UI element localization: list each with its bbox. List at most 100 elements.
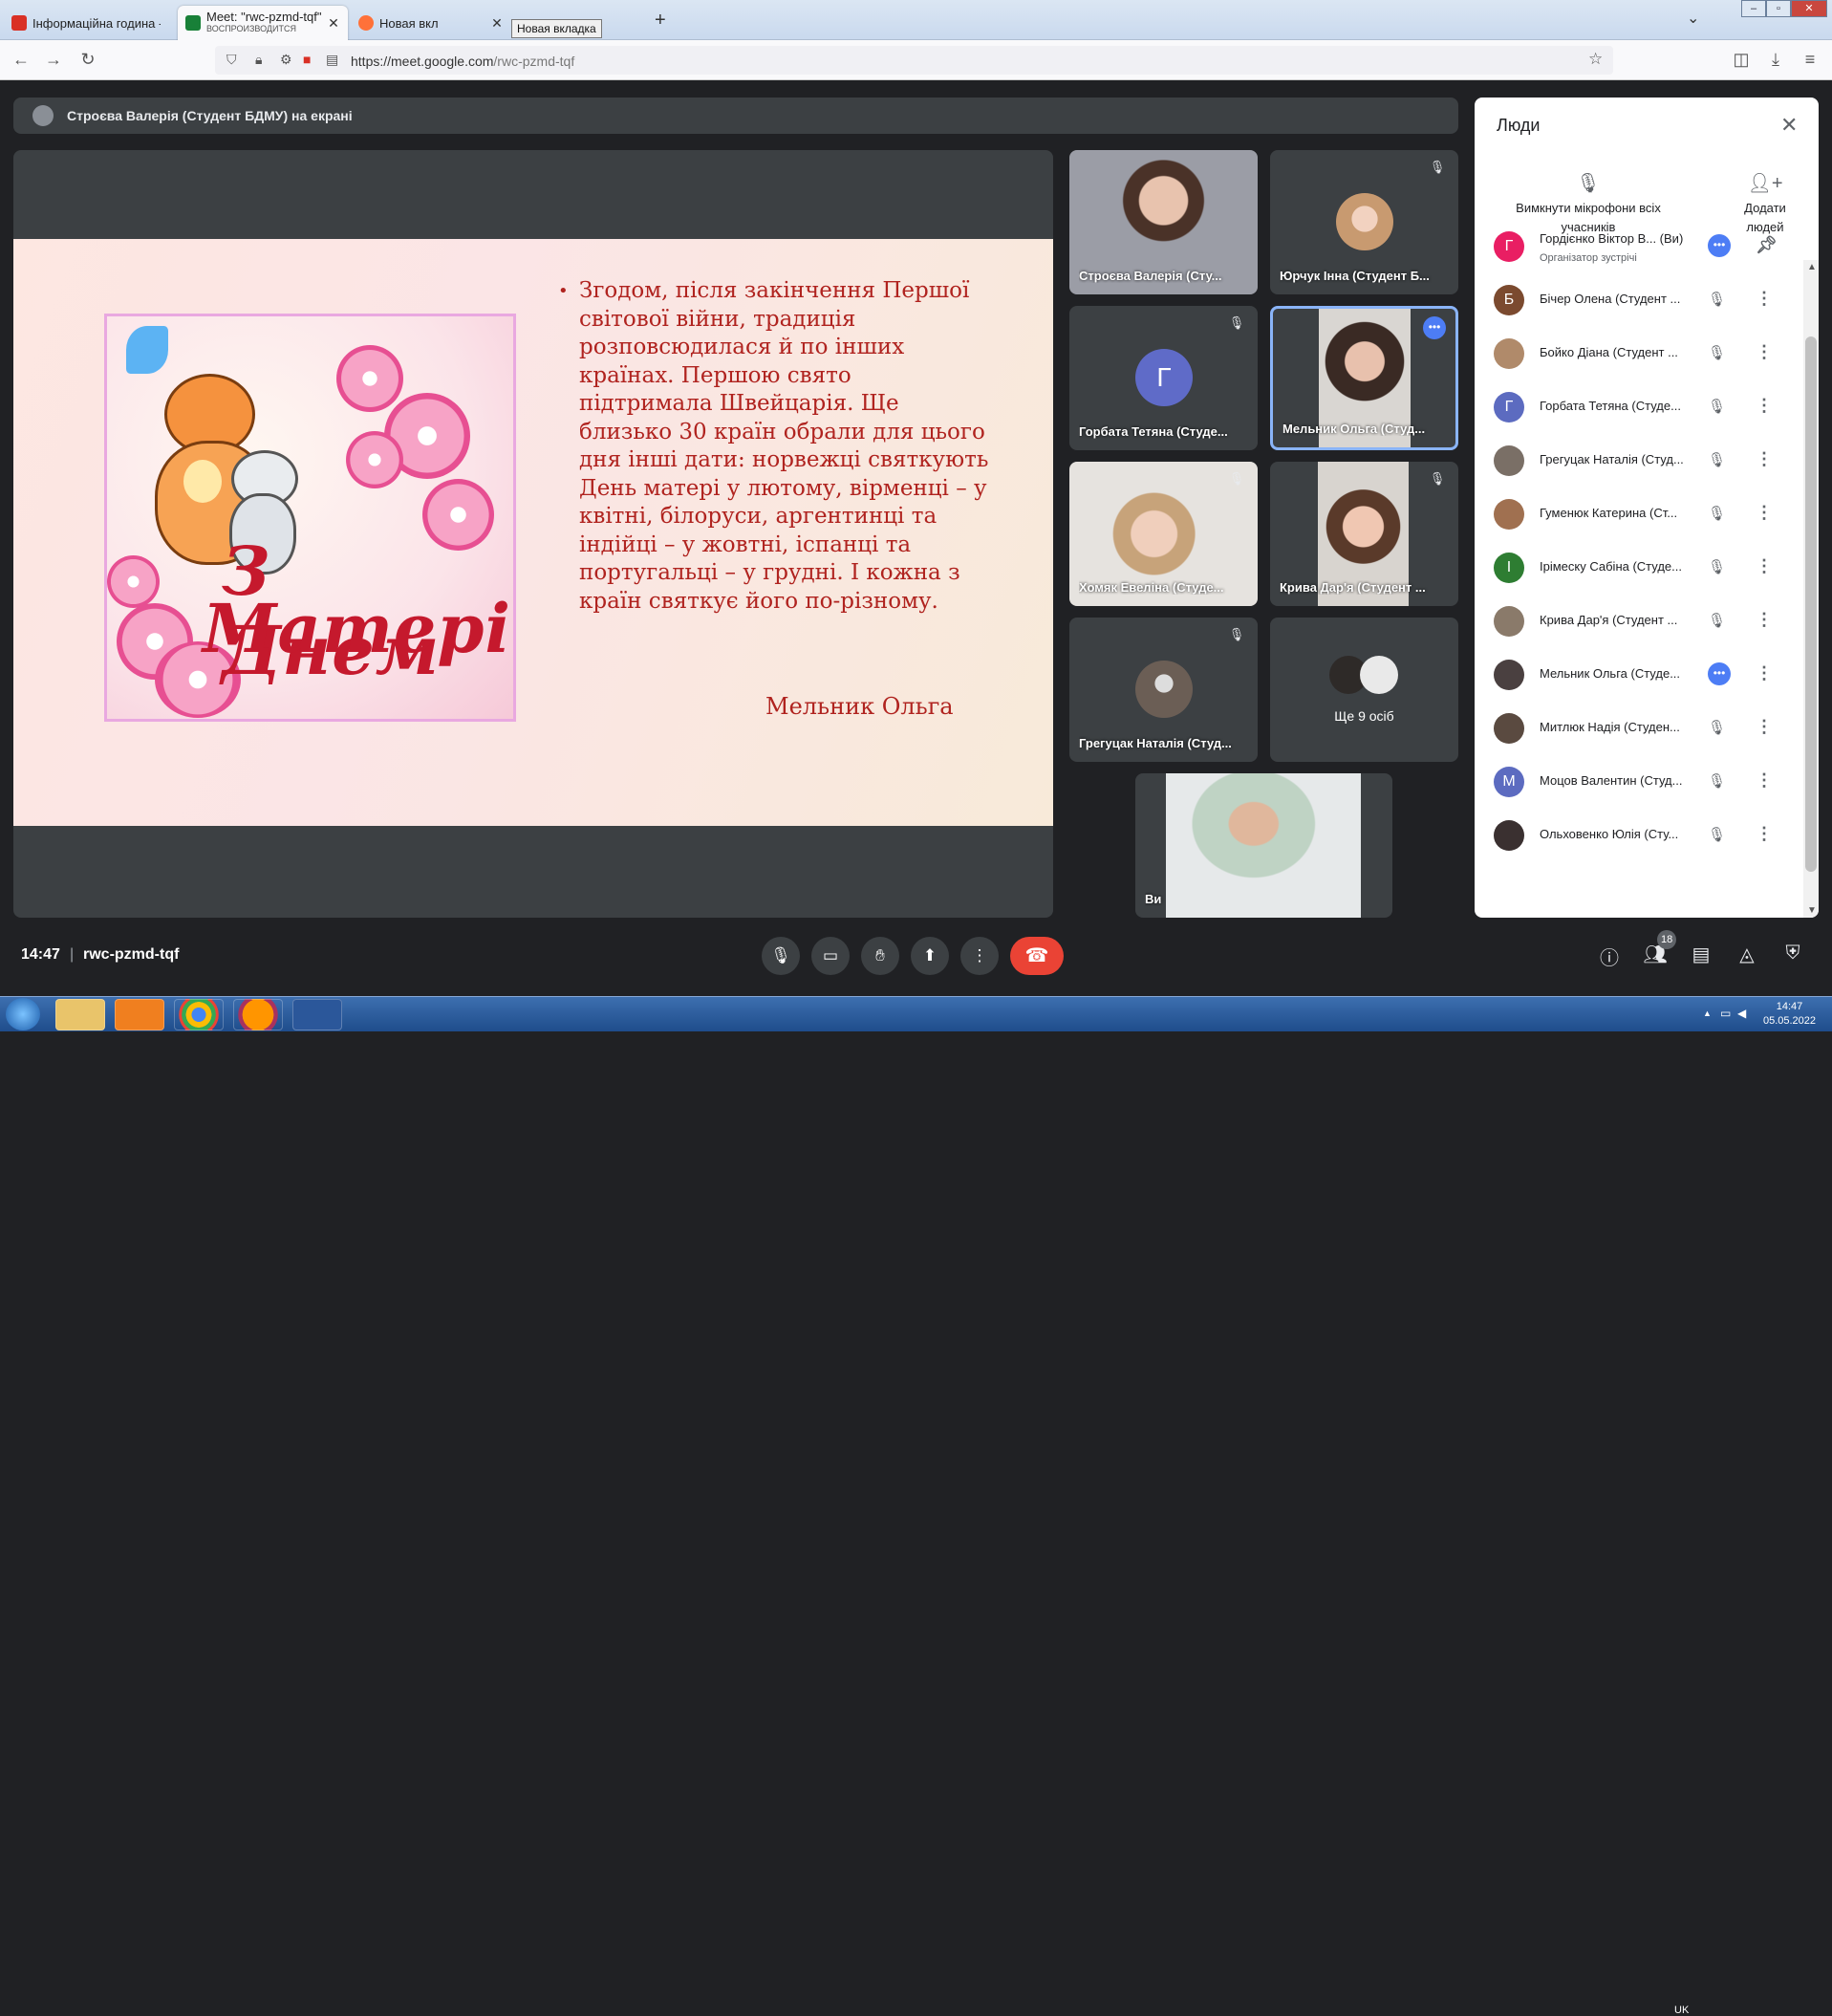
participant-list-item[interactable]: І Ірімеску Сабіна (Студе... 🎙︎ ⋮ xyxy=(1475,541,1800,595)
close-window-button[interactable]: ✕ xyxy=(1791,0,1827,17)
mic-off-icon[interactable]: 🎙︎ xyxy=(1708,719,1726,736)
participant-avatar: Г xyxy=(1494,392,1524,423)
slide-signature: Мельник Ольга xyxy=(765,693,954,720)
participant-list-item[interactable]: Г Горбата Тетяна (Студе... 🎙︎ ⋮ xyxy=(1475,380,1800,434)
scrollbar-thumb[interactable] xyxy=(1805,336,1817,872)
participant-list-item[interactable]: Крива Дар'я (Студент ... 🎙︎ ⋮ xyxy=(1475,595,1800,648)
more-participants-tile[interactable]: Ще 9 осіб xyxy=(1270,618,1458,762)
system-clock[interactable]: 14:47 05.05.2022 xyxy=(1754,1000,1825,1029)
scrollbar[interactable]: ▲ ▼ xyxy=(1803,260,1819,918)
close-icon[interactable]: ✕ xyxy=(1780,113,1798,138)
host-controls-icon[interactable]: ⛨ xyxy=(1779,943,1806,965)
chat-icon[interactable]: ▤ xyxy=(1688,943,1714,966)
more-vert-icon[interactable]: ⋮ xyxy=(1756,289,1773,309)
mic-off-icon[interactable]: 🎙︎ xyxy=(1708,612,1726,629)
mic-off-icon[interactable]: 🎙︎ xyxy=(1708,451,1726,468)
self-tile[interactable]: Ви xyxy=(1135,773,1392,918)
tab-meet[interactable]: Meet: "rwc-pzmd-tqf" ВОСПРОИЗВОДИТСЯ ✕ xyxy=(178,6,348,40)
more-vert-icon[interactable]: ⋮ xyxy=(1756,449,1773,469)
participant-list-item[interactable]: Гуменюк Катерина (Ст... 🎙︎ ⋮ xyxy=(1475,488,1800,541)
participant-avatar xyxy=(1494,338,1524,369)
mic-off-icon[interactable]: 🎙︎ xyxy=(1708,344,1726,361)
tab-new[interactable]: Новая вкл ✕ xyxy=(351,6,511,40)
pin-icon[interactable]: 📌︎ xyxy=(1756,235,1778,255)
bookmark-star-icon[interactable]: ☆ xyxy=(1588,50,1603,69)
start-button[interactable] xyxy=(6,998,40,1030)
participant-list-item[interactable]: М Моцов Валентин (Студ... 🎙︎ ⋮ xyxy=(1475,755,1800,809)
tray-expand-icon[interactable]: ▲ xyxy=(1703,1008,1712,1018)
participant-list-item[interactable]: Ольховенко Юлія (Сту... 🎙︎ ⋮ xyxy=(1475,809,1800,862)
participant-tile[interactable]: 🎙︎ Крива Дар'я (Студент ... xyxy=(1270,462,1458,606)
participant-tile[interactable]: 🎙︎ Грегуцак Наталія (Студ... xyxy=(1069,618,1258,762)
mic-off-icon[interactable]: 🎙︎ xyxy=(1708,772,1726,790)
reload-icon[interactable]: ↻ xyxy=(76,50,99,70)
mic-off-icon[interactable]: 🎙︎ xyxy=(1708,558,1726,575)
url-text[interactable]: https://meet.google.com/rwc-pzmd-tqf xyxy=(351,54,574,69)
pdf-app-icon[interactable] xyxy=(115,999,164,1030)
camera-sharing-icon[interactable]: ■ xyxy=(303,52,311,67)
more-vert-icon[interactable]: ⋮ xyxy=(1756,824,1773,844)
present-button[interactable]: ⬆ xyxy=(911,937,949,975)
more-vert-icon[interactable]: ⋮ xyxy=(1756,396,1773,416)
more-vert-icon[interactable]: ⋮ xyxy=(1756,503,1773,523)
explorer-icon[interactable] xyxy=(55,999,105,1030)
volume-icon[interactable]: ◀ xyxy=(1737,1007,1746,1020)
activities-icon[interactable]: ◬ xyxy=(1734,943,1760,966)
firefox-icon[interactable] xyxy=(233,999,283,1030)
participant-list-item[interactable]: Б Бічер Олена (Студент ... 🎙︎ ⋮ xyxy=(1475,273,1800,327)
close-tab-icon[interactable]: ✕ xyxy=(490,15,504,32)
raise-hand-button[interactable]: ✋︎ xyxy=(861,937,899,975)
back-icon[interactable]: ← xyxy=(10,50,32,70)
participant-list-item[interactable]: Бойко Діана (Студент ... 🎙︎ ⋮ xyxy=(1475,327,1800,380)
tab-list-icon[interactable]: ⌄ xyxy=(1687,9,1699,28)
more-vert-icon[interactable]: ⋮ xyxy=(1756,770,1773,791)
participant-list-item[interactable]: Мельник Ольга (Студе... ••• ⋮ xyxy=(1475,648,1800,702)
leave-call-button[interactable]: ☎︎ xyxy=(1010,937,1064,975)
close-tab-icon[interactable]: ✕ xyxy=(327,15,340,32)
network-icon[interactable]: ▭ xyxy=(1720,1007,1731,1020)
participant-tile[interactable]: 🎙︎ Хомяк Евеліна (Студе... xyxy=(1069,462,1258,606)
mic-off-icon[interactable]: 🎙︎ xyxy=(1708,505,1726,522)
chrome-icon[interactable] xyxy=(174,999,224,1030)
lock-icon[interactable]: 🔒︎ xyxy=(255,52,262,68)
participant-avatar: Б xyxy=(1494,285,1524,315)
more-vert-icon[interactable]: ⋮ xyxy=(1756,717,1773,737)
more-vert-icon[interactable]: ⋮ xyxy=(1756,342,1773,362)
camera-button[interactable]: ▭ xyxy=(811,937,850,975)
more-vert-icon[interactable]: ⋮ xyxy=(1756,556,1773,576)
word-icon[interactable] xyxy=(292,999,342,1030)
new-tab-button[interactable]: + xyxy=(655,10,666,32)
participant-list-item[interactable]: Грегуцак Наталія (Студ... 🎙︎ ⋮ xyxy=(1475,434,1800,488)
permissions-icon[interactable]: ⚙ xyxy=(280,52,292,68)
maximize-button[interactable]: ▫ xyxy=(1766,0,1791,17)
shield-icon[interactable]: ⛉ xyxy=(226,52,237,68)
pocket-icon[interactable]: ◫ xyxy=(1730,50,1753,70)
participant-name: Горбата Тетяна (Студе... xyxy=(1540,399,1681,413)
participant-list-item[interactable]: Г Гордієнко Віктор В... (Ви) Організатор з… xyxy=(1475,220,1800,273)
participant-list-item[interactable]: Митлюк Надія (Студен... 🎙︎ ⋮ xyxy=(1475,702,1800,755)
mic-off-icon[interactable]: 🎙︎ xyxy=(1708,291,1726,308)
forward-icon[interactable]: → xyxy=(42,50,65,70)
mic-off-icon: 🎙︎ xyxy=(1228,627,1245,641)
menu-icon[interactable]: ≡ xyxy=(1799,50,1821,70)
mic-off-icon[interactable]: 🎙︎ xyxy=(1708,826,1726,843)
minimize-button[interactable]: – xyxy=(1741,0,1766,17)
participant-tile[interactable]: 🎙︎ Юрчук Інна (Студент Б... xyxy=(1270,150,1458,294)
reader-icon[interactable]: ▤ xyxy=(326,52,338,68)
more-vert-icon[interactable]: ⋮ xyxy=(1756,663,1773,683)
participant-tile-active[interactable]: ••• Мельник Ольга (Студ... xyxy=(1270,306,1458,450)
more-options-button[interactable]: ⋮ xyxy=(960,937,999,975)
mic-off-icon[interactable]: 🎙︎ xyxy=(1708,398,1726,415)
address-bar[interactable]: ⛉ 🔒︎ ⚙ ■ ▤ https://meet.google.com/rwc-p… xyxy=(215,46,1613,75)
participant-name: Хомяк Евеліна (Студе... xyxy=(1079,580,1224,595)
tab-gmail[interactable]: Інформаційна година - gordie xyxy=(4,6,168,40)
language-indicator[interactable]: UK xyxy=(1674,2005,1689,2016)
more-vert-icon[interactable]: ⋮ xyxy=(1756,610,1773,630)
microphone-button[interactable]: 🎙︎ xyxy=(762,937,800,975)
participant-tile[interactable]: Г 🎙︎ Горбата Тетяна (Студе... xyxy=(1069,306,1258,450)
participant-name: Грегуцак Наталія (Студ... xyxy=(1079,736,1232,750)
info-icon[interactable]: ⓘ xyxy=(1596,943,1623,970)
participant-tile[interactable]: Строєва Валерія (Сту... xyxy=(1069,150,1258,294)
downloads-icon[interactable]: ⤓ xyxy=(1764,50,1787,70)
participant-name: Грегуцак Наталія (Студ... xyxy=(1540,452,1684,466)
